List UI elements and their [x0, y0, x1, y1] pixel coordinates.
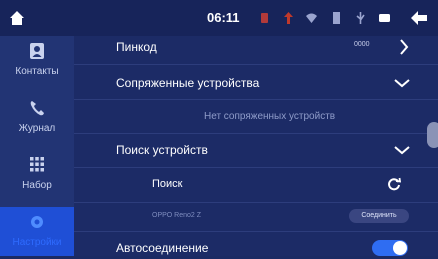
- paired-empty-row: Нет сопряженных устройств: [74, 107, 438, 127]
- paired-devices-row[interactable]: Сопряженные устройства: [74, 72, 438, 94]
- contacts-icon: [30, 43, 44, 59]
- sidebar: Контакты Журнал Набор Настройки: [0, 36, 74, 256]
- toggle-knob: [393, 241, 407, 255]
- divider: [74, 202, 438, 203]
- usb-icon: [356, 12, 365, 24]
- divider: [74, 167, 438, 168]
- red-indicator-icon: [284, 12, 293, 24]
- device-name: OPPO Reno2 Z: [152, 212, 202, 219]
- divider: [74, 64, 438, 65]
- pin-label: Пинкод: [116, 40, 157, 54]
- chevron-down-icon[interactable]: [394, 145, 410, 155]
- sidebar-item-settings[interactable]: Настройки: [0, 207, 74, 256]
- divider: [74, 99, 438, 100]
- back-icon[interactable]: [410, 10, 428, 26]
- refresh-icon[interactable]: [387, 177, 401, 191]
- dialpad-icon: [30, 157, 44, 172]
- sidebar-item-contacts[interactable]: Контакты: [0, 36, 74, 88]
- autoconnect-label: Автосоединение: [116, 241, 209, 255]
- autoconnect-toggle[interactable]: [372, 240, 408, 256]
- red-indicator-icon: [261, 13, 268, 23]
- sidebar-item-label: Журнал: [18, 123, 56, 134]
- call-log-icon: [30, 101, 44, 116]
- search-devices-row[interactable]: Поиск устройств: [74, 139, 438, 161]
- search-row[interactable]: Поиск: [74, 174, 438, 196]
- sd-card-icon: [333, 12, 340, 24]
- pin-value: 0000: [354, 41, 370, 48]
- chevron-right-icon[interactable]: [399, 39, 409, 55]
- bluetooth-settings-panel: Пинкод 0000 Сопряженные устройства Нет с…: [74, 36, 438, 256]
- sidebar-item-label: Набор: [22, 180, 52, 191]
- found-device-row[interactable]: OPPO Reno2 Z Соединить: [74, 206, 438, 226]
- sidebar-item-log[interactable]: Журнал: [0, 93, 74, 145]
- status-bar: 06:11: [0, 0, 438, 36]
- paired-devices-label: Сопряженные устройства: [116, 76, 260, 90]
- edge-pull-handle[interactable]: [427, 122, 438, 148]
- paired-empty-message: Нет сопряженных устройств: [204, 111, 336, 122]
- divider: [74, 231, 438, 232]
- search-label: Поиск: [152, 178, 183, 190]
- wifi-icon: [306, 13, 317, 23]
- divider: [74, 133, 438, 134]
- battery-icon: [379, 14, 390, 22]
- sidebar-item-label: Настройки: [12, 237, 62, 248]
- pin-row[interactable]: Пинкод 0000: [74, 36, 438, 58]
- search-devices-label: Поиск устройств: [116, 143, 208, 157]
- chevron-down-icon[interactable]: [394, 78, 410, 88]
- sidebar-item-label: Контакты: [15, 66, 59, 77]
- connect-button[interactable]: Соединить: [349, 209, 409, 223]
- sidebar-item-dialpad[interactable]: Набор: [0, 150, 74, 202]
- settings-icon: [31, 216, 43, 228]
- clock-time: 06:11: [207, 10, 240, 25]
- home-icon[interactable]: [9, 10, 25, 26]
